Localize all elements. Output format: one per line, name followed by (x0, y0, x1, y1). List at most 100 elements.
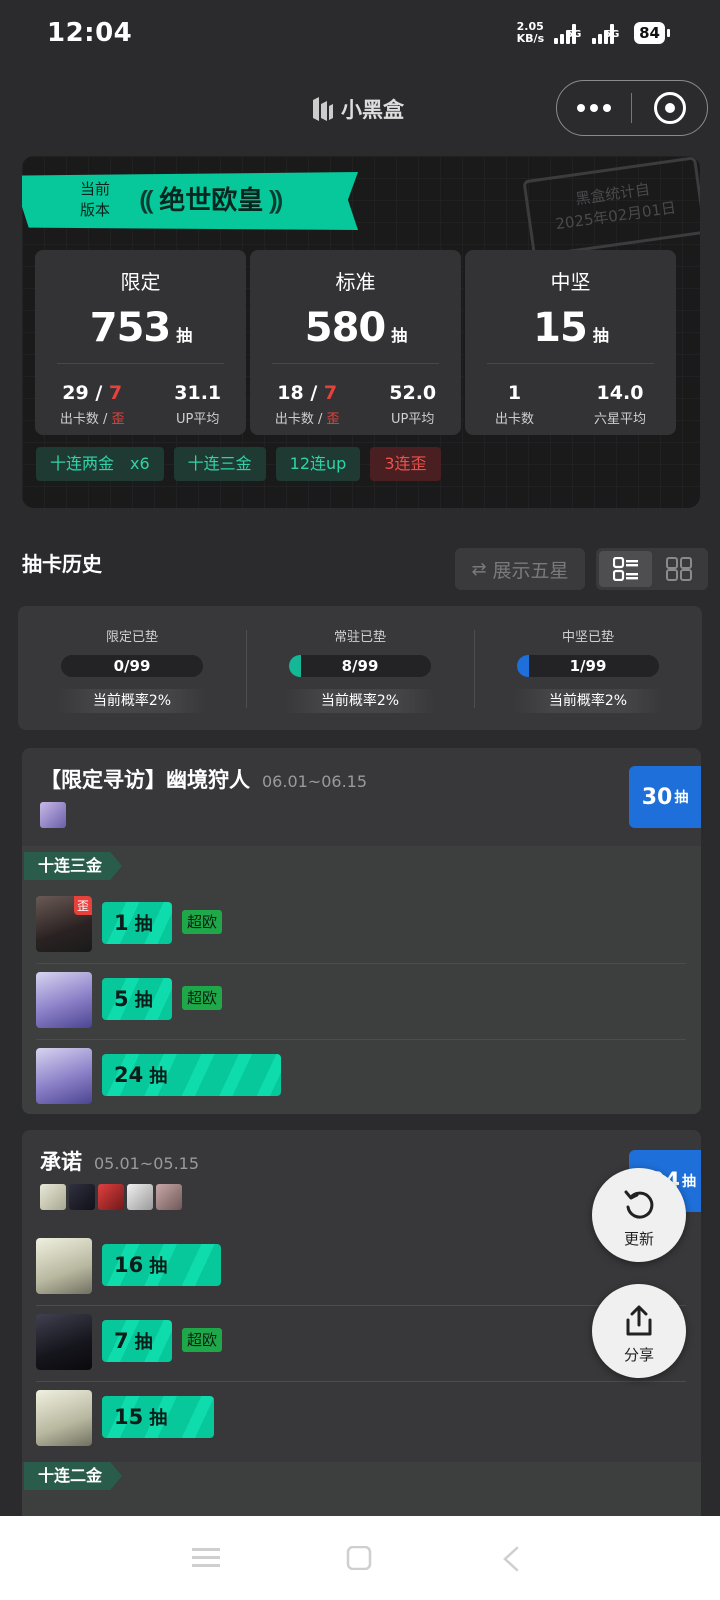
event-count-unit: 抽 (674, 790, 689, 806)
stat-count: 18 (277, 382, 304, 404)
pity-probability: 当前概率2% (57, 689, 207, 713)
version-label-2: 版本 (80, 201, 111, 219)
laurel-right-icon: ⸩ (269, 185, 283, 216)
status-bar: 12:04 2.05 KB/s 5G 5G 84 (0, 0, 720, 68)
net-speed: 2.05 KB/s (517, 21, 544, 45)
event-name: 承诺 (40, 1150, 82, 1174)
pull-bar: 7抽 (102, 1320, 172, 1362)
pull-list: 十连三金 歪 1抽 超欧 5抽 超欧 24 抽 (22, 846, 701, 1114)
version-title: ⸨ 绝世欧皇 ⸩ (140, 180, 282, 217)
history-title: 抽卡历史 (22, 552, 102, 576)
stat-count-label: 出卡数 / (59, 412, 112, 427)
character-avatar (127, 1184, 153, 1210)
achievement-tags: 十连两金 x6 十连三金 12连up 3连歪 (36, 447, 441, 481)
sim1-label: 5G (566, 29, 582, 40)
pity-progress: 8/99 (289, 655, 431, 677)
home-icon[interactable] (346, 1545, 372, 1574)
banner-event-card[interactable]: 【限定寻访】幽境狩人 06.01~06.15 30 抽 十连三金 歪 1抽 超欧 … (22, 748, 701, 1114)
close-target-icon[interactable] (632, 92, 707, 124)
event-characters (40, 802, 66, 828)
back-icon[interactable] (502, 1546, 520, 1576)
stat-slash: / (303, 382, 324, 404)
stat-total-value: 580 (304, 305, 386, 351)
stat-count-label: 出卡数 / (274, 412, 327, 427)
achievement-tag: 十连三金 (173, 447, 266, 481)
menu-icon[interactable] (192, 1546, 220, 1574)
version-banner: 当前 版本 ⸨ 绝世欧皇 ⸩ (22, 172, 358, 230)
character-avatar (36, 1314, 92, 1370)
event-characters (40, 1184, 182, 1210)
stat-avg: 31.1 (174, 382, 222, 404)
stat-wai-count: 7 (108, 382, 123, 404)
stat-category: 中坚 (550, 270, 591, 294)
signal-icon: 5G (552, 22, 582, 44)
stat-wai-label: 歪 (111, 412, 125, 427)
pull-unit: 抽 (134, 1332, 153, 1353)
pull-bar: 5抽 (102, 978, 172, 1020)
pity-type: 中坚 (561, 630, 588, 645)
pull-row: 16 抽 (36, 1230, 686, 1306)
event-count-value: 30 (641, 784, 673, 810)
refresh-icon (624, 1190, 654, 1219)
pull-row: 7抽 超欧 (36, 1306, 686, 1382)
pull-row: 歪 1抽 超欧 (36, 888, 686, 964)
heybox-logo-icon (313, 97, 333, 121)
stat-sub-a: 29 / 7 出卡数 / 歪 (60, 382, 125, 427)
character-avatar: 歪 (36, 896, 92, 952)
grid-view-icon[interactable] (652, 551, 705, 587)
stat-avg-label: UP平均 (391, 412, 435, 427)
show-five-star-label: 展示五星 (492, 559, 569, 582)
share-button[interactable]: 分享 (592, 1284, 686, 1378)
version-label-1: 当前 (80, 180, 111, 198)
sim2-label: 5G (604, 29, 620, 40)
pull-number: 5 (114, 987, 129, 1011)
pity-type: 常驻 (333, 630, 360, 645)
status-icons: 2.05 KB/s 5G 5G 84 (517, 19, 670, 47)
character-avatar (40, 1184, 66, 1210)
lucky-badge: 超欧 (182, 910, 223, 934)
stat-avg-label: 六星平均 (593, 412, 646, 427)
app-name: 小黑盒 (341, 98, 404, 122)
pull-unit: 抽 (134, 914, 153, 935)
pull-row: 24 抽 (36, 1040, 686, 1114)
system-nav-bar (0, 1516, 720, 1600)
stat-sub-b: 31.1 UP平均 (174, 382, 221, 427)
pull-number: 15 (114, 1405, 144, 1429)
stat-slash: / (88, 382, 109, 404)
app-logo: 小黑盒 (311, 94, 404, 124)
pity-panel: 限定已垫 0/99 当前概率2% 常驻已垫 8/99 当前概率2% 中坚已垫 1… (18, 606, 702, 730)
pull-number: 1 (114, 911, 129, 935)
stat-wai-count: 7 (323, 382, 338, 404)
pity-core: 中坚已垫 1/99 当前概率2% (474, 606, 702, 730)
pity-limited: 限定已垫 0/99 当前概率2% (18, 606, 246, 730)
stat-card-core: 中坚 15 抽 1 出卡数 14.0 六星平均 (465, 250, 676, 435)
list-view-icon[interactable] (599, 551, 652, 587)
pity-progress: 1/99 (517, 655, 659, 677)
stat-count: 1 (507, 382, 522, 404)
event-name: 【限定寻访】幽境狩人 (40, 768, 250, 792)
stat-total-value: 753 (89, 305, 171, 351)
battery-level: 84 (634, 22, 665, 44)
pull-unit: 抽 (134, 990, 153, 1011)
stat-avg-label: UP平均 (176, 412, 220, 427)
mini-program-capsule (556, 80, 708, 136)
pity-type: 限定 (105, 630, 132, 645)
pull-number: 24 (114, 1063, 144, 1087)
character-avatar (40, 802, 66, 828)
pity-value: 1/99 (569, 657, 607, 675)
swap-icon: ⇄ (471, 558, 487, 580)
signal-icon-2: 5G (590, 22, 626, 44)
character-avatar (156, 1184, 182, 1210)
share-label: 分享 (623, 1346, 654, 1364)
pull-bar: 15 抽 (102, 1396, 214, 1438)
pull-ribbon: 十连二金 (24, 1462, 123, 1490)
pull-bar: 24 抽 (102, 1054, 281, 1096)
show-five-star-button[interactable]: ⇄ 展示五星 (455, 548, 585, 590)
stat-total: 580 抽 (250, 305, 461, 351)
refresh-button[interactable]: 更新 (592, 1168, 686, 1262)
pity-label: 已垫 (360, 630, 387, 645)
stat-category: 标准 (335, 270, 376, 294)
more-icon[interactable] (557, 104, 631, 112)
event-title: 【限定寻访】幽境狩人 06.01~06.15 (40, 764, 367, 794)
stat-unit: 抽 (592, 326, 609, 345)
